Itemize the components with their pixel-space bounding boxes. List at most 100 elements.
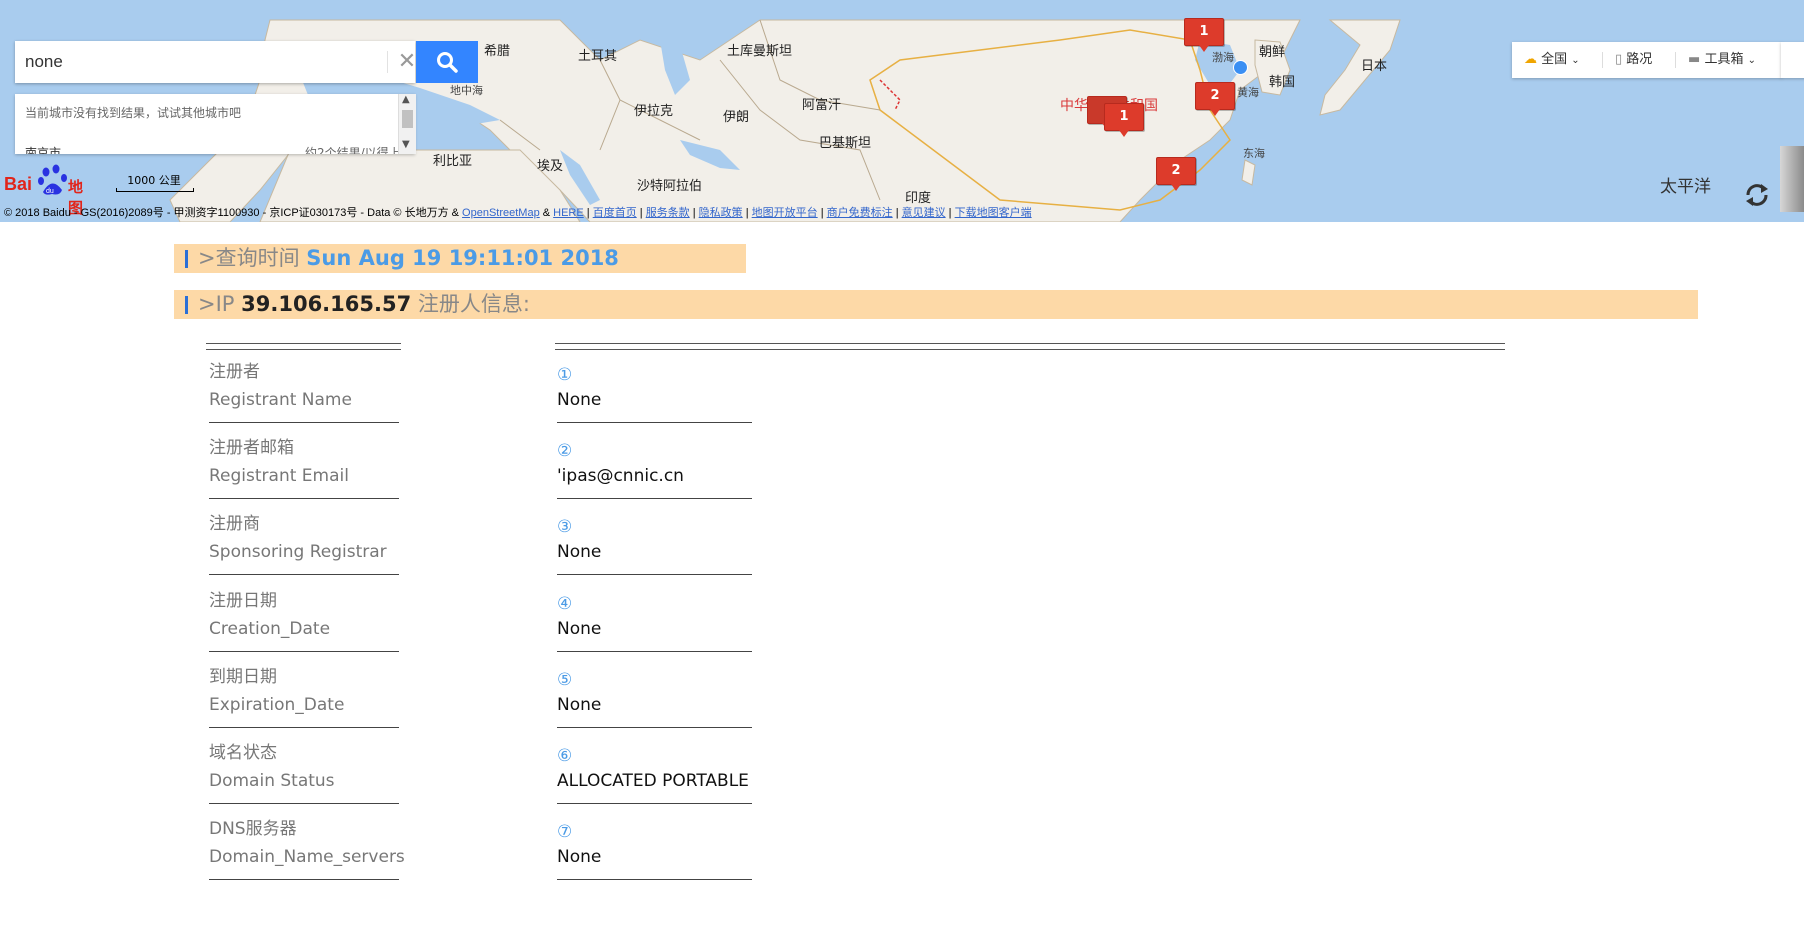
whois-label-en: Registrant Email: [209, 466, 349, 486]
map-label: 巴基斯坦: [819, 136, 872, 151]
map-label: 东海: [1243, 147, 1265, 160]
map-label: 沙特阿拉伯: [637, 179, 703, 194]
whois-value-text: ALLOCATED PORTABLE: [557, 771, 749, 791]
header-accent: [185, 250, 188, 268]
map-marker[interactable]: 2: [1195, 82, 1235, 116]
ip-suffix: 注册人信息:: [411, 292, 530, 316]
suggestion-scrollbar[interactable]: ▲ ▼: [398, 94, 416, 154]
traffic-light-icon: ▯: [1615, 52, 1623, 67]
map-label: 伊拉克: [634, 104, 674, 119]
whois-label: DNS服务器 Domain_Name_servers: [209, 815, 405, 880]
map-marker[interactable]: 1: [1184, 18, 1224, 52]
whois-value: ⑤ None: [557, 663, 752, 728]
suggestion-item[interactable]: 南京市 约2个结果/以得上: [25, 144, 405, 154]
divider: [1675, 52, 1676, 68]
copyright-link[interactable]: 服务条款: [646, 207, 690, 219]
whois-label: 注册者邮箱 Registrant Email: [209, 434, 399, 499]
ip-header: >IP 39.106.165.57 注册人信息:: [174, 290, 1698, 319]
row-number: ②: [557, 441, 573, 461]
city-switch-button[interactable]: ☁ 全国 ⌄: [1524, 42, 1580, 78]
map-scale: 1000 公里: [116, 172, 194, 192]
query-time-value: Sun Aug 19 19:11:01 2018: [306, 246, 619, 270]
whois-label-cn: 注册者邮箱: [209, 438, 294, 458]
whois-label-en: Registrant Name: [209, 390, 352, 410]
row-divider: [557, 651, 752, 652]
whois-label: 注册者 Registrant Name: [209, 358, 399, 423]
clear-icon[interactable]: ✕: [387, 51, 418, 73]
header-text: >IP 39.106.165.57 注册人信息:: [198, 290, 530, 319]
message-icon[interactable]: [1781, 42, 1804, 78]
whois-label-cn: 注册者: [209, 362, 260, 382]
traffic-label: 路况: [1626, 52, 1653, 67]
search-button[interactable]: [416, 41, 478, 83]
map-label: 土库曼斯坦: [727, 44, 793, 59]
copyright-link[interactable]: 隐私政策: [699, 207, 743, 219]
traffic-button[interactable]: ▯ 路况: [1615, 42, 1652, 78]
whois-label-cn: DNS服务器: [209, 819, 297, 839]
row-divider: [557, 498, 752, 499]
chevron-up-icon[interactable]: ▲: [402, 94, 410, 105]
whois-value: ④ None: [557, 587, 752, 652]
whois-label: 注册日期 Creation_Date: [209, 587, 399, 652]
copyright-link[interactable]: OpenStreetMap: [462, 207, 540, 219]
whois-label: 注册商 Sponsoring Registrar: [209, 510, 399, 575]
cloud-icon: ☁: [1524, 52, 1537, 67]
map-toolbar: ☁ 全国 ⌄ ▯ 路况 ▬ 工具箱 ⌄: [1512, 42, 1782, 78]
table-top-rule: [555, 343, 1505, 350]
whois-value-text: None: [557, 390, 602, 410]
toolbox-button[interactable]: ▬ 工具箱 ⌄: [1688, 42, 1756, 78]
row-divider: [557, 422, 752, 423]
divider: [1602, 52, 1603, 68]
row-divider: [557, 803, 752, 804]
whois-label-cn: 到期日期: [209, 667, 277, 687]
search-input[interactable]: [15, 41, 370, 83]
chevron-down-icon: ⌄: [1571, 55, 1580, 66]
whois-value: ① None: [557, 358, 752, 423]
paw-icon: du: [38, 164, 67, 195]
row-divider: [209, 879, 399, 880]
chevron-down-icon[interactable]: ▼: [402, 139, 410, 150]
header-text: >查询时间 Sun Aug 19 19:11:01 2018: [198, 244, 619, 273]
whois-label-en: Domain_Name_servers: [209, 847, 405, 867]
copyright-link[interactable]: HERE: [553, 207, 584, 219]
query-time-label: >查询时间: [198, 246, 307, 270]
query-time-header: >查询时间 Sun Aug 19 19:11:01 2018: [174, 244, 746, 273]
refresh-icon[interactable]: [1742, 180, 1772, 210]
whois-value: ⑥ ALLOCATED PORTABLE: [557, 739, 752, 804]
baidu-map[interactable]: 希腊 土耳其 土库曼斯坦 地中海 伊拉克 伊朗 阿富汗 利比亚 埃及 巴基斯坦 …: [0, 0, 1804, 222]
copyright-link[interactable]: 商户免费标注: [827, 207, 893, 219]
map-label: 阿富汗: [802, 98, 842, 113]
side-panel-handle[interactable]: [1780, 146, 1804, 212]
map-label: 韩国: [1269, 75, 1296, 90]
chevron-down-icon: ⌄: [1747, 55, 1756, 66]
map-label: 朝鲜: [1259, 45, 1286, 60]
map-label: 太平洋: [1660, 177, 1711, 197]
map-label: 地中海: [450, 84, 483, 97]
row-divider: [557, 879, 752, 880]
map-label: 伊朗: [723, 110, 750, 125]
row-divider: [209, 422, 399, 423]
suggestion-panel: 当前城市没有找到结果，试试其他城市吧 南京市 约2个结果/以得上: [15, 94, 415, 154]
whois-label-cn: 域名状态: [209, 743, 277, 763]
row-divider: [209, 498, 399, 499]
copyright-link[interactable]: 百度首页: [593, 207, 637, 219]
scrollbar-thumb[interactable]: [402, 110, 413, 128]
copyright-link[interactable]: 下载地图客户端: [955, 207, 1032, 219]
map-marker[interactable]: 1: [1104, 103, 1144, 137]
row-divider: [557, 574, 752, 575]
whois-value: ⑦ None: [557, 815, 752, 880]
map-label: 利比亚: [433, 154, 473, 169]
whois-value-text: None: [557, 542, 602, 562]
briefcase-icon: ▬: [1688, 52, 1701, 67]
whois-label-en: Creation_Date: [209, 619, 331, 639]
toolbox-label: 工具箱: [1704, 52, 1744, 67]
map-marker[interactable]: 2: [1156, 157, 1196, 191]
row-divider: [209, 574, 399, 575]
copyright-link[interactable]: 意见建议: [902, 207, 946, 219]
copyright-link[interactable]: 地图开放平台: [752, 207, 818, 219]
whois-value-text: None: [557, 847, 602, 867]
row-divider: [209, 651, 399, 652]
suggestion-message: 当前城市没有找到结果，试试其他城市吧: [25, 106, 242, 120]
whois-label-en: Expiration_Date: [209, 695, 345, 715]
row-number: ⑤: [557, 670, 573, 690]
